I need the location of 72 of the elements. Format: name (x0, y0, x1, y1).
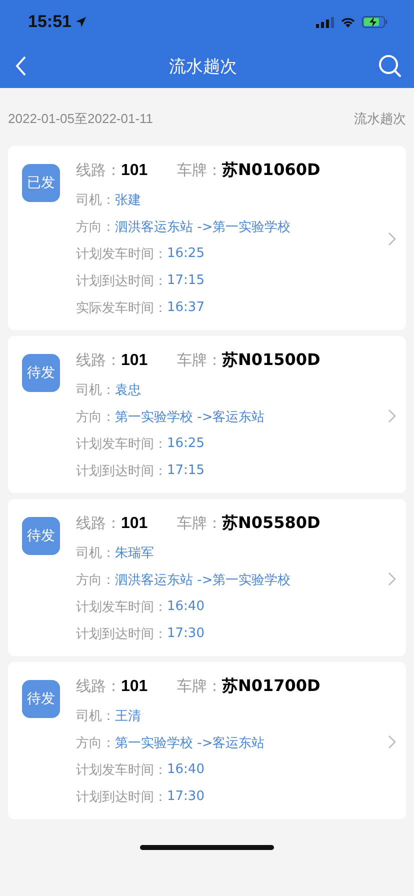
route-label: 线路： (76, 161, 121, 180)
date-range: 2022-01-05至2022-01-11 (8, 110, 154, 128)
field-value: 16:40 (167, 599, 204, 614)
field-label: 实际发车时间： (76, 300, 167, 316)
field-value: 朱瑞军 (115, 544, 154, 562)
field-value: 17:15 (167, 273, 204, 288)
route-number: 101 (121, 514, 149, 532)
status-badge: 待发 (22, 680, 60, 718)
field-label: 司机： (76, 708, 115, 724)
chevron-right-icon (388, 232, 396, 246)
route-number: 101 (121, 352, 149, 370)
field-value: 17:30 (167, 789, 204, 804)
field-label: 方向： (76, 572, 115, 588)
plate-label: 车牌： (177, 351, 222, 370)
trip-card[interactable]: 待发 线路：101 车牌：苏N05580D 司机：朱瑞军 方向：泗洪客运东站 ->第一实验学校 计划发车时间：16:40 计划到达时间：17:30 (8, 499, 406, 656)
field-value: 16:25 (167, 436, 204, 451)
status-badge: 待发 (22, 517, 60, 555)
trip-card[interactable]: 已发 线路：101 车牌：苏N01060D 司机：张建 方向：泗洪客运东站 ->第一实验学校 计划发车时间：16:25 计划到达时间：17:15 实际发车时间：16:37 (8, 146, 406, 330)
field-value: 泗洪客运东站 ->第一实验学校 (115, 218, 291, 236)
field-value: 16:25 (167, 246, 204, 261)
field-label: 计划到达时间： (76, 462, 167, 480)
field-label: 方向： (76, 734, 115, 752)
field-label: 方向： (76, 218, 115, 236)
plate-label: 车牌： (177, 514, 222, 533)
back-icon[interactable] (14, 55, 28, 77)
field-value: 17:30 (167, 626, 204, 641)
plate-label: 车牌： (177, 161, 222, 180)
plate-number: 苏N01700D (222, 676, 320, 697)
trip-card[interactable]: 待发 线路：101 车牌：苏N01700D 司机：王清 方向：第一实验学校 ->客运东站 计划发车时间：16:40 计划到达时间：17:30 (8, 662, 406, 819)
wifi-icon (340, 16, 356, 28)
field-label: 计划发车时间： (76, 246, 167, 262)
field-label: 司机： (76, 382, 115, 398)
field-label: 方向： (76, 408, 115, 426)
plate-label: 车牌： (177, 677, 222, 696)
field-value: 张建 (115, 192, 141, 208)
field-label: 司机： (76, 192, 115, 208)
field-value: 泗洪客运东站 ->第一实验学校 (115, 572, 291, 588)
status-badge: 已发 (22, 164, 60, 202)
status-badge: 待发 (22, 354, 60, 392)
plate-number: 苏N01500D (222, 350, 320, 371)
field-label: 计划到达时间： (76, 788, 167, 806)
signal-icon (316, 16, 334, 28)
field-label: 计划到达时间： (76, 626, 167, 642)
field-value: 第一实验学校 ->客运东站 (115, 408, 265, 426)
chevron-right-icon (388, 734, 396, 748)
battery-charging-icon (362, 16, 388, 28)
route-label: 线路： (76, 514, 121, 533)
trip-card[interactable]: 待发 线路：101 车牌：苏N01500D 司机：袁忠 方向：第一实验学校 ->客运东站 计划发车时间：16:25 计划到达时间：17:15 (8, 336, 406, 493)
route-label: 线路： (76, 677, 121, 696)
field-value: 16:37 (167, 300, 204, 315)
location-arrow-icon (75, 16, 88, 28)
status-time: 15:51 (28, 12, 72, 32)
field-label: 计划发车时间： (76, 436, 167, 452)
field-value: 17:15 (167, 463, 204, 478)
route-number: 101 (121, 678, 149, 696)
field-value: 王清 (115, 708, 141, 724)
field-label: 计划发车时间： (76, 762, 167, 778)
field-value: 16:40 (167, 762, 204, 777)
field-label: 计划到达时间： (76, 272, 167, 290)
plate-number: 苏N01060D (222, 160, 320, 181)
route-label: 线路： (76, 351, 121, 370)
search-icon[interactable] (378, 54, 402, 78)
chevron-right-icon (388, 572, 396, 586)
list-label: 流水趟次 (354, 111, 406, 128)
field-value: 袁忠 (115, 382, 141, 398)
route-number: 101 (121, 162, 149, 180)
field-label: 计划发车时间： (76, 598, 167, 616)
field-label: 司机： (76, 544, 115, 562)
chevron-right-icon (388, 408, 396, 422)
field-value: 第一实验学校 ->客运东站 (115, 734, 265, 752)
page-title: 流水趟次 (169, 56, 237, 78)
plate-number: 苏N05580D (222, 513, 320, 534)
